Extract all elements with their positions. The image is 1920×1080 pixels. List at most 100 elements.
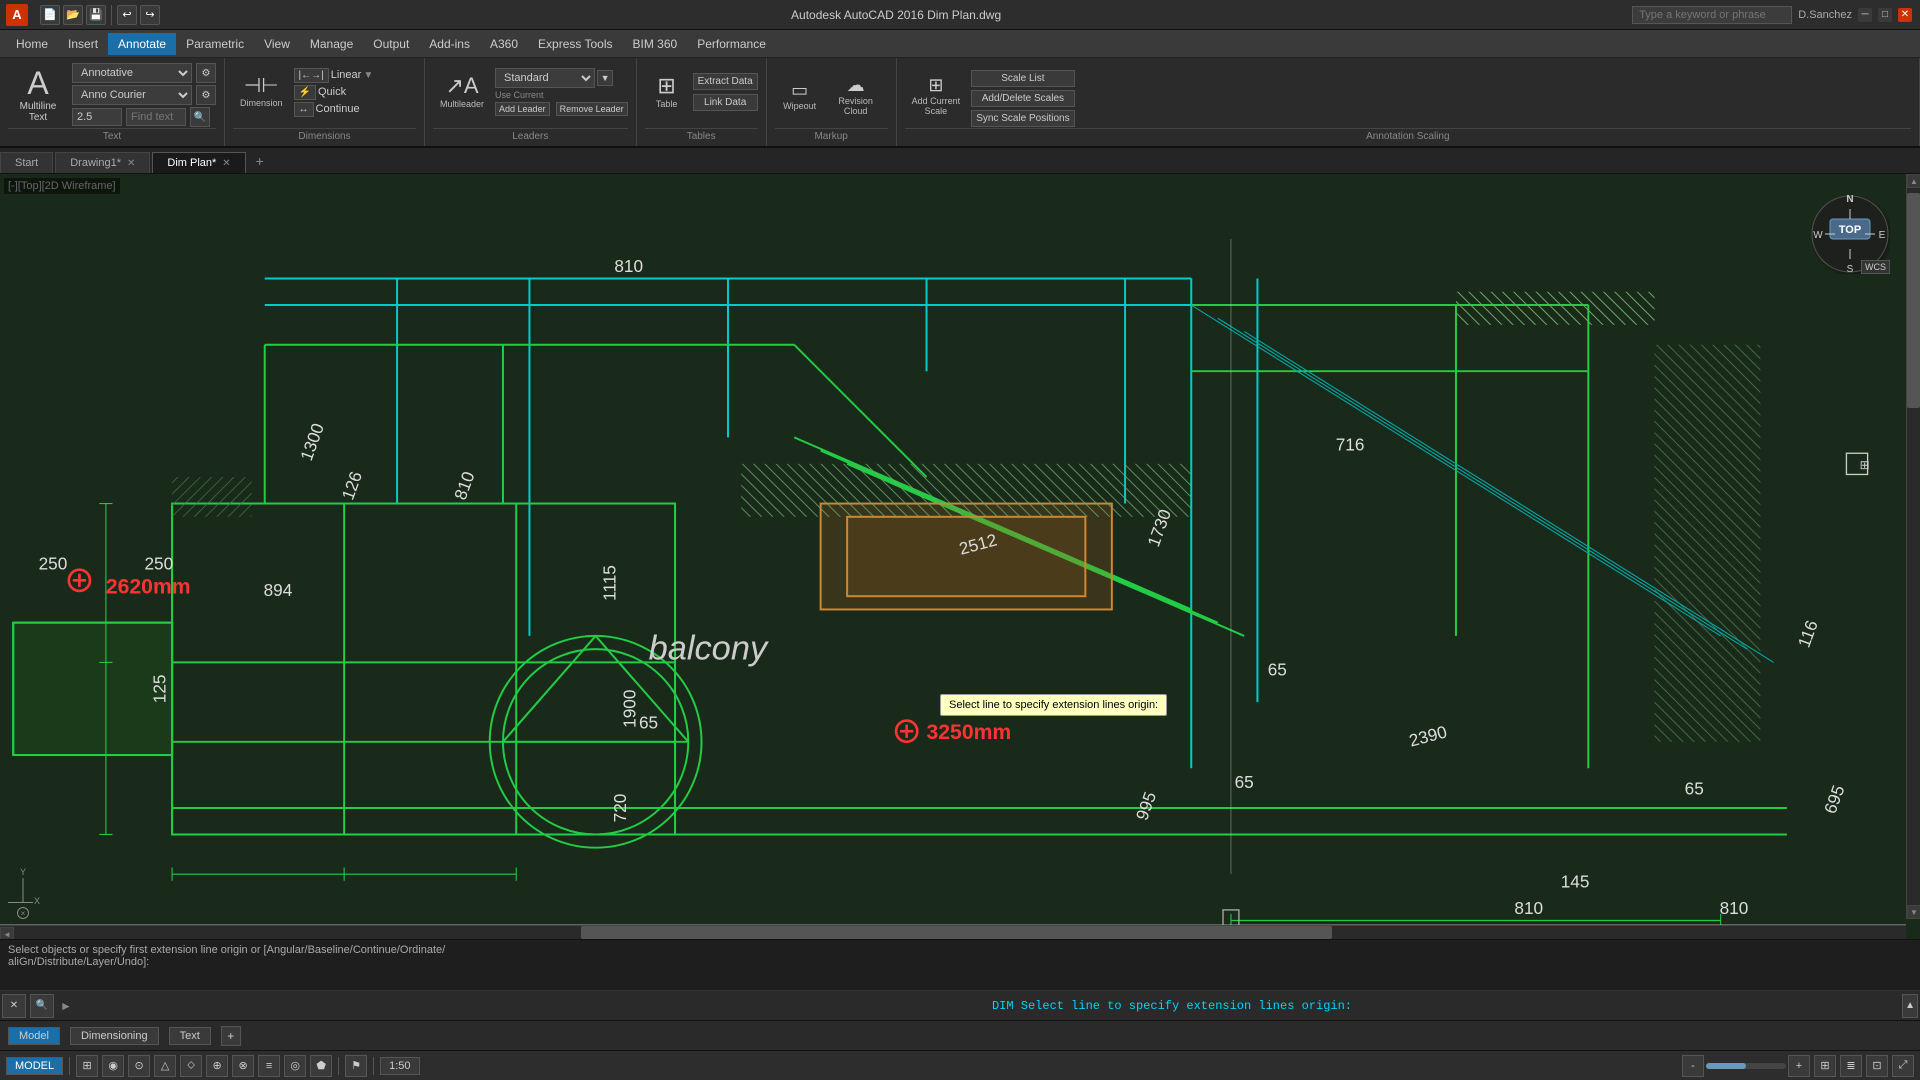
- menu-performance[interactable]: Performance: [687, 33, 776, 55]
- tooltip: Select line to specify extension lines o…: [940, 694, 1167, 716]
- undo-btn[interactable]: ↩: [117, 5, 137, 25]
- sync-scale-btn[interactable]: Sync Scale Positions: [971, 110, 1074, 127]
- selection-btn[interactable]: ⬟: [310, 1055, 332, 1077]
- axis-x-btn[interactable]: ×: [17, 907, 29, 919]
- continue-label: Continue: [316, 103, 360, 115]
- scale-list-btn[interactable]: Scale List: [971, 70, 1074, 87]
- scale-btn[interactable]: 1:50: [380, 1057, 419, 1075]
- table-btn[interactable]: ⊞ Table: [645, 62, 689, 122]
- menu-addins[interactable]: Add-ins: [419, 33, 480, 55]
- cmd-cancel-btn[interactable]: ✕: [2, 994, 26, 1018]
- add-leader-btn[interactable]: Add Leader: [495, 102, 550, 116]
- menu-a360[interactable]: A360: [480, 33, 528, 55]
- add-layout-btn[interactable]: +: [221, 1026, 241, 1046]
- menu-parametric[interactable]: Parametric: [176, 33, 254, 55]
- scroll-left-btn[interactable]: ◄: [0, 927, 14, 939]
- continue-btn[interactable]: ↔: [294, 102, 314, 117]
- leader-style-dropdown[interactable]: Standard: [495, 68, 595, 88]
- text-style-settings-btn[interactable]: ⚙: [196, 63, 216, 83]
- sep-3: [373, 1057, 374, 1075]
- cmd-prompt: ►: [56, 999, 76, 1013]
- revision-cloud-btn[interactable]: ☁ Revision Cloud: [831, 66, 881, 126]
- scrollbar-horizontal[interactable]: ◄ ►: [0, 925, 1906, 939]
- open-btn[interactable]: 📂: [63, 5, 83, 25]
- svg-text:E: E: [1879, 230, 1886, 241]
- cmd-input[interactable]: [76, 995, 988, 1017]
- linear-dropdown-arrow[interactable]: ▼: [363, 70, 373, 81]
- font-dropdown[interactable]: Anno Courier: [72, 85, 192, 105]
- dimension-btn[interactable]: ⊣⊢ Dimension: [233, 62, 290, 122]
- text-group-label: Text: [8, 128, 216, 142]
- zoom-slider[interactable]: [1706, 1063, 1786, 1069]
- grid-btn[interactable]: ⊞: [76, 1055, 98, 1077]
- tab-dimplan[interactable]: Dim Plan* ✕: [152, 152, 245, 173]
- text-size-input[interactable]: [72, 108, 122, 126]
- menu-output[interactable]: Output: [363, 33, 419, 55]
- leader-style-btn[interactable]: ▼: [597, 70, 613, 86]
- extract-data-btn[interactable]: Extract Data: [693, 73, 758, 90]
- tab-start[interactable]: Start: [0, 152, 53, 173]
- menu-view[interactable]: View: [254, 33, 300, 55]
- zoom-in-btn[interactable]: +: [1788, 1055, 1810, 1077]
- snap-btn[interactable]: ◉: [102, 1055, 124, 1077]
- properties-btn[interactable]: ≣: [1840, 1055, 1862, 1077]
- zoom-out-btn[interactable]: -: [1682, 1055, 1704, 1077]
- multileader-label: Multileader: [440, 99, 484, 109]
- fullscreen-btn[interactable]: ⤢: [1892, 1055, 1914, 1077]
- tab-add-btn[interactable]: +: [248, 149, 272, 173]
- multileader-btn[interactable]: ↗A Multileader: [433, 62, 491, 122]
- minimize-btn[interactable]: ─: [1858, 8, 1872, 22]
- tab-dimensioning[interactable]: Dimensioning: [70, 1027, 159, 1045]
- osnap-btn[interactable]: ⬦: [180, 1055, 202, 1077]
- quick-btn[interactable]: ⚡: [294, 85, 316, 100]
- cmd-dropdown-btn[interactable]: ▲: [1902, 994, 1918, 1018]
- menu-bim360[interactable]: BIM 360: [623, 33, 688, 55]
- tool-palettes-btn[interactable]: ⊡: [1866, 1055, 1888, 1077]
- find-btn[interactable]: 🔍: [190, 107, 210, 127]
- workspace-btn[interactable]: ⊞: [1814, 1055, 1836, 1077]
- otrack-btn[interactable]: ⊕: [206, 1055, 228, 1077]
- wipeout-btn[interactable]: ▭ Wipeout: [775, 66, 825, 126]
- find-text-input[interactable]: [126, 108, 186, 126]
- save-btn[interactable]: 💾: [86, 5, 106, 25]
- app-icon: A: [6, 4, 28, 26]
- cmd-search-btn[interactable]: 🔍: [30, 994, 54, 1018]
- multiline-text-btn[interactable]: A Multiline Text: [8, 63, 68, 127]
- link-data-btn[interactable]: Link Data: [693, 94, 758, 111]
- annotation-monitor-btn[interactable]: ⚑: [345, 1055, 367, 1077]
- close-btn[interactable]: ✕: [1898, 8, 1912, 22]
- remove-leader-btn[interactable]: Remove Leader: [556, 102, 628, 116]
- lineweight-btn[interactable]: ≡: [258, 1055, 280, 1077]
- svg-text:65: 65: [639, 713, 658, 733]
- scroll-up-btn[interactable]: ▲: [1907, 174, 1920, 188]
- menu-manage[interactable]: Manage: [300, 33, 363, 55]
- add-current-scale-btn[interactable]: ⊞ Add Current Scale: [905, 66, 968, 126]
- redo-btn[interactable]: ↪: [140, 5, 160, 25]
- text-style-dropdown[interactable]: Annotative: [72, 63, 192, 83]
- scrollbar-vertical[interactable]: ▲ ▼: [1906, 174, 1920, 919]
- linear-btn[interactable]: |←→|: [294, 68, 329, 83]
- tab-drawing1-close[interactable]: ✕: [127, 158, 135, 169]
- ortho-btn[interactable]: ⊙: [128, 1055, 150, 1077]
- tab-drawing1[interactable]: Drawing1* ✕: [55, 152, 150, 173]
- menu-express[interactable]: Express Tools: [528, 33, 622, 55]
- svg-text:716: 716: [1336, 435, 1365, 455]
- nav-cube[interactable]: N E S W TOP WCS: [1800, 184, 1890, 274]
- scroll-down-btn[interactable]: ▼: [1907, 905, 1920, 919]
- add-delete-scales-btn[interactable]: Add/Delete Scales: [971, 90, 1074, 107]
- model-btn[interactable]: MODEL: [6, 1057, 63, 1075]
- menu-annotate[interactable]: Annotate: [108, 33, 176, 55]
- tab-text[interactable]: Text: [169, 1027, 211, 1045]
- font-settings-btn[interactable]: ⚙: [196, 85, 216, 105]
- transparency-btn[interactable]: ◎: [284, 1055, 306, 1077]
- maximize-btn[interactable]: □: [1878, 8, 1892, 22]
- new-btn[interactable]: 📄: [40, 5, 60, 25]
- linear-label: Linear: [331, 69, 362, 81]
- polar-btn[interactable]: △: [154, 1055, 176, 1077]
- ducs-btn[interactable]: ⊗: [232, 1055, 254, 1077]
- tab-model[interactable]: Model: [8, 1027, 60, 1045]
- search-input[interactable]: [1632, 6, 1792, 24]
- menu-insert[interactable]: Insert: [58, 33, 108, 55]
- menu-home[interactable]: Home: [6, 33, 58, 55]
- tab-dimplan-close[interactable]: ✕: [222, 158, 230, 169]
